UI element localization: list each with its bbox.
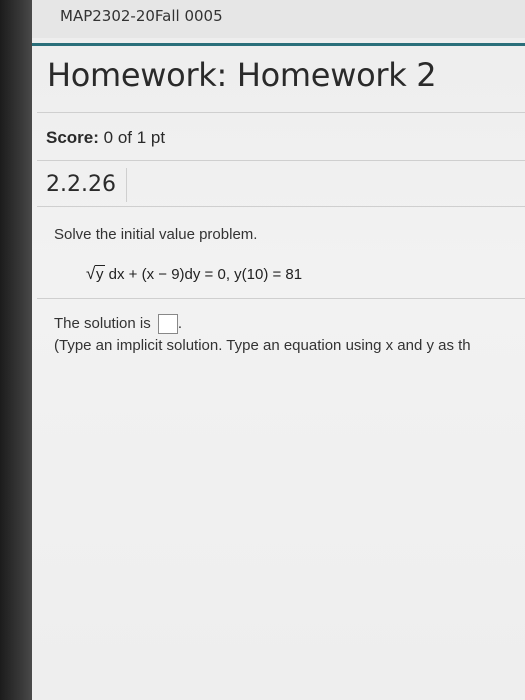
answer-hint: (Type an implicit solution. Type an equa…	[54, 337, 471, 354]
course-title[interactable]: MAP2302-20Fall 0005	[60, 7, 223, 25]
screen-bezel	[0, 0, 32, 700]
divider	[37, 112, 525, 113]
question-number: 2.2.26	[46, 172, 116, 197]
solution-line: The solution is .	[54, 314, 182, 334]
radicand: y	[95, 265, 105, 283]
divider	[37, 160, 525, 161]
question-instruction: Solve the initial value problem.	[54, 226, 258, 243]
header-divider	[32, 43, 525, 46]
square-root: √ y	[86, 264, 105, 283]
solution-prefix: The solution is	[54, 314, 151, 332]
question-equation: √ y dx + (x − 9)dy = 0, y(10) = 81	[86, 264, 303, 283]
score-value: 0 of 1 pt	[103, 128, 166, 147]
homework-title: Homework: Homework 2	[47, 56, 437, 94]
browser-screen: MAP2302-20Fall 0005 Homework: Homework 2…	[32, 0, 525, 700]
solution-suffix: .	[177, 314, 183, 332]
score-display: Score: 0 of 1 pt	[46, 128, 165, 148]
radical-sign: √	[86, 264, 96, 283]
equation-rest: dx + (x − 9)dy = 0, y(10) = 81	[108, 266, 303, 283]
course-header: MAP2302-20Fall 0005	[32, 0, 525, 38]
answer-input[interactable]	[157, 314, 178, 334]
score-label: Score:	[46, 128, 99, 147]
divider	[37, 298, 525, 299]
divider	[37, 206, 525, 207]
question-number-box: 2.2.26	[38, 168, 127, 202]
